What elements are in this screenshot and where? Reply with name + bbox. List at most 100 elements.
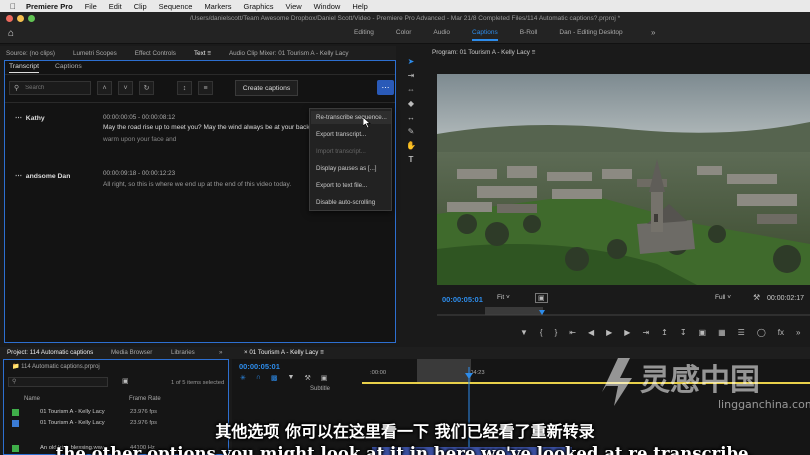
next-result-button[interactable]: ˅	[118, 81, 133, 95]
column-frame-rate[interactable]: Frame Rate	[129, 396, 161, 402]
close-icon[interactable]: ×	[244, 349, 248, 356]
selection-tool-icon[interactable]: ➤	[406, 57, 416, 67]
menu-file[interactable]: File	[85, 2, 97, 11]
go-to-in-icon[interactable]: ⇤	[569, 328, 576, 337]
step-forward-icon[interactable]: ▶	[624, 328, 630, 337]
previous-result-button[interactable]: ˄	[97, 81, 112, 95]
lift-icon[interactable]: ↥	[661, 328, 668, 337]
tab-libraries[interactable]: Libraries	[171, 349, 195, 356]
workspace-tab-editing[interactable]: Editing	[354, 29, 374, 41]
panel-menu-icon[interactable]: ≡	[207, 50, 211, 57]
tab-project[interactable]: Project: 114 Automatic captions	[7, 349, 93, 356]
speaker-label[interactable]: ⋯ andsome Dan	[15, 172, 70, 180]
workspace-tab-dan-editing-desktop[interactable]: Dan - Editing Desktop	[559, 29, 622, 41]
ripple-edit-tool-icon[interactable]: ⇔	[406, 85, 416, 95]
menu-sequence[interactable]: Sequence	[159, 2, 193, 11]
label-color-swatch[interactable]	[12, 409, 19, 416]
tab-source[interactable]: Source: (no clips)	[6, 50, 55, 57]
snap-icon[interactable]: ∩	[256, 374, 261, 382]
menu-graphics[interactable]: Graphics	[244, 2, 274, 11]
razor-tool-icon[interactable]: ◆	[406, 99, 416, 109]
export-frame-icon[interactable]: ▣	[699, 328, 707, 337]
column-name[interactable]: Name	[24, 396, 40, 402]
apple-icon[interactable]: 	[10, 2, 16, 11]
menu-item-disable-auto-scrolling[interactable]: Disable auto-scrolling	[316, 199, 375, 206]
type-tool-icon[interactable]: T	[406, 155, 416, 165]
transcript-line[interactable]: warm upon your face and	[103, 136, 176, 143]
pen-tool-icon[interactable]: ✎	[406, 127, 416, 137]
replace-button[interactable]: ↻	[139, 81, 154, 95]
playhead-timecode[interactable]: 00:00:05:01	[442, 295, 483, 304]
search-box[interactable]: ⚲	[9, 81, 91, 95]
tab-media-browser[interactable]: Media Browser	[111, 349, 152, 356]
speaker-menu-icon[interactable]: ⋯	[15, 115, 22, 122]
menu-item-display-pauses[interactable]: Display pauses as [...]	[316, 165, 377, 172]
monitor-scrub-bar[interactable]	[437, 306, 810, 318]
more-options-button[interactable]: ⋯	[377, 80, 394, 95]
merge-segments-button[interactable]: ≡	[198, 81, 213, 95]
menu-view[interactable]: View	[286, 2, 302, 11]
menu-item-export-text-file[interactable]: Export to text file...	[316, 182, 367, 189]
transcript-line[interactable]: All right, so this is where we end up at…	[103, 181, 291, 188]
program-monitor-title[interactable]: Program: 01 Tourism A - Kelly Lacy ≡	[432, 49, 535, 56]
speaker-menu-icon[interactable]: ⋯	[15, 173, 22, 180]
workspace-tab-audio[interactable]: Audio	[433, 29, 450, 41]
speaker-label[interactable]: ⋯ Kathy	[15, 114, 45, 122]
workspace-overflow-icon[interactable]: »	[651, 28, 655, 37]
wrench-icon[interactable]: ⚒	[304, 374, 310, 382]
wrench-icon[interactable]: ⚒	[753, 293, 760, 302]
track-select-tool-icon[interactable]: ⇥	[406, 71, 416, 81]
menu-item-export-transcript[interactable]: Export transcript...	[316, 131, 366, 138]
slip-tool-icon[interactable]: ↔	[406, 113, 416, 123]
proxy-toggle-icon[interactable]: ☰	[738, 328, 745, 337]
zoom-select[interactable]: Fit ˅	[497, 294, 510, 301]
mark-in-icon[interactable]: {	[540, 328, 543, 337]
home-icon[interactable]: ⌂	[8, 28, 20, 40]
panel-menu-icon[interactable]: ≡	[532, 49, 536, 56]
menu-edit[interactable]: Edit	[109, 2, 122, 11]
captions-display-icon[interactable]: ▣	[321, 374, 328, 382]
search-input[interactable]	[25, 85, 81, 91]
settings-icon[interactable]: ▣	[535, 293, 548, 303]
transcript-line[interactable]: May the road rise up to meet you? May th…	[103, 124, 310, 131]
linked-selection-icon[interactable]: ▩	[271, 374, 278, 382]
menu-markers[interactable]: Markers	[204, 2, 231, 11]
tab-captions[interactable]: Captions	[55, 63, 82, 72]
go-to-out-icon[interactable]: ⇥	[642, 328, 649, 337]
workspace-tab-captions[interactable]: Captions	[472, 29, 498, 41]
tab-lumetri-scopes[interactable]: Lumetri Scopes	[73, 50, 117, 57]
tab-text[interactable]: Text ≡	[194, 50, 211, 57]
step-back-icon[interactable]: ◀	[588, 328, 594, 337]
menu-clip[interactable]: Clip	[134, 2, 147, 11]
split-segment-button[interactable]: ↕	[177, 81, 192, 95]
fx-icon[interactable]: fx	[778, 328, 784, 337]
create-captions-button[interactable]: Create captions	[235, 80, 298, 96]
overflow-icon[interactable]: »	[796, 328, 800, 337]
nest-icon[interactable]: ✳	[240, 374, 246, 382]
play-icon[interactable]: ▶	[606, 328, 612, 337]
menu-window[interactable]: Window	[314, 2, 341, 11]
mark-out-icon[interactable]: }	[555, 328, 558, 337]
workspace-tab-broll[interactable]: B-Roll	[520, 29, 538, 41]
tab-effect-controls[interactable]: Effect Controls	[135, 50, 176, 57]
extract-icon[interactable]: ↧	[680, 328, 687, 337]
hand-tool-icon[interactable]: ✋	[406, 141, 416, 151]
menu-help[interactable]: Help	[352, 2, 367, 11]
overflow-icon[interactable]: »	[219, 349, 222, 356]
project-search[interactable]: ⚲	[8, 377, 108, 387]
app-menu[interactable]: Premiere Pro	[26, 2, 73, 11]
new-bin-icon[interactable]: ▣	[122, 377, 129, 385]
tab-audio-clip-mixer[interactable]: Audio Clip Mixer: 01 Tourism A - Kelly L…	[229, 50, 349, 57]
menu-item-retranscribe[interactable]: Re-transcribe sequence...	[316, 114, 387, 121]
add-marker-icon[interactable]: ▼	[288, 374, 295, 382]
vr-video-icon[interactable]: ◯	[757, 328, 766, 337]
tab-transcript[interactable]: Transcript	[9, 63, 39, 73]
timeline-timecode[interactable]: 00:00:05:01	[239, 362, 280, 371]
workspace-tab-color[interactable]: Color	[396, 29, 412, 41]
add-marker-icon[interactable]: ▼	[520, 328, 528, 337]
compare-view-icon[interactable]: ▦	[718, 328, 726, 337]
project-item[interactable]: 01 Tourism A - Kelly Lacy 23.976 fps	[4, 408, 228, 418]
panel-menu-icon[interactable]: ≡	[320, 349, 324, 356]
resolution-select[interactable]: Full ˅	[715, 294, 731, 301]
tab-timeline[interactable]: × 01 Tourism A - Kelly Lacy ≡	[244, 349, 324, 356]
